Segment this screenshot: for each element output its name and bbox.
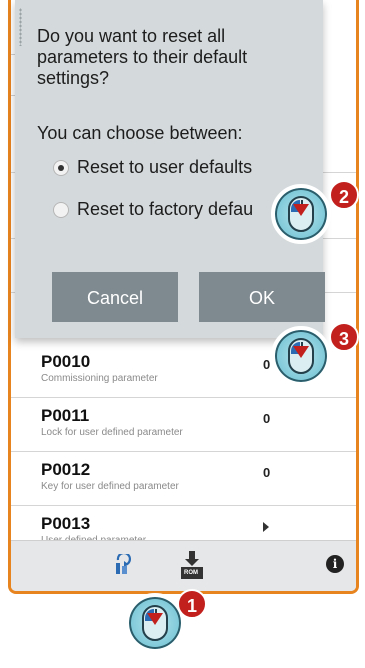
step-badge: 2 xyxy=(329,180,359,210)
parameter-id: P0011 xyxy=(41,406,90,425)
drag-handle[interactable] xyxy=(19,8,22,46)
parameter-row[interactable]: P0011 Lock for user defined parameter 0 xyxy=(11,398,356,452)
dialog-choose-label: You can choose between: xyxy=(37,123,243,143)
step-1-callout: 1 xyxy=(121,585,211,657)
reset-dialog: Do you want to reset all parameters to t… xyxy=(15,0,325,338)
pointer-arrow-icon xyxy=(293,346,309,358)
parameter-description: Key for user defined parameter xyxy=(41,481,179,492)
step-2-callout: 2 xyxy=(267,176,359,246)
parameter-id: P0012 xyxy=(41,460,91,479)
reset-parameters-icon[interactable] xyxy=(112,551,132,581)
radio-unselected[interactable] xyxy=(53,202,69,218)
parameter-row[interactable]: P0012 Key for user defined parameter 0 xyxy=(11,452,356,506)
rom-label: ROM xyxy=(184,570,198,576)
dialog-message: Do you want to reset all parameters to t… xyxy=(37,26,248,88)
cancel-button[interactable]: Cancel xyxy=(52,272,178,322)
save-to-rom-icon[interactable]: ROM xyxy=(180,550,204,580)
step-3-callout: 3 xyxy=(267,318,359,388)
parameter-id: P0013 xyxy=(41,514,91,533)
parameter-id: P0010 xyxy=(41,352,91,371)
bottom-toolbar: ROM i xyxy=(11,540,356,591)
parameter-description: Commissioning parameter xyxy=(41,373,158,384)
step-badge: 3 xyxy=(329,322,359,352)
expand-arrow-icon[interactable] xyxy=(263,522,269,532)
parameter-description: Lock for user defined parameter xyxy=(41,427,183,438)
parameter-value: 0 xyxy=(263,411,271,426)
parameter-value: 0 xyxy=(263,465,271,480)
option-label: Reset to user defaults xyxy=(77,157,253,177)
option-label: Reset to factory defau xyxy=(77,199,254,219)
pointer-arrow-icon xyxy=(147,613,163,625)
step-badge: 1 xyxy=(177,589,207,619)
radio-selected[interactable] xyxy=(53,160,69,176)
pointer-arrow-icon xyxy=(293,204,309,216)
ok-button[interactable]: OK xyxy=(199,272,325,322)
info-icon[interactable]: i xyxy=(326,555,344,573)
